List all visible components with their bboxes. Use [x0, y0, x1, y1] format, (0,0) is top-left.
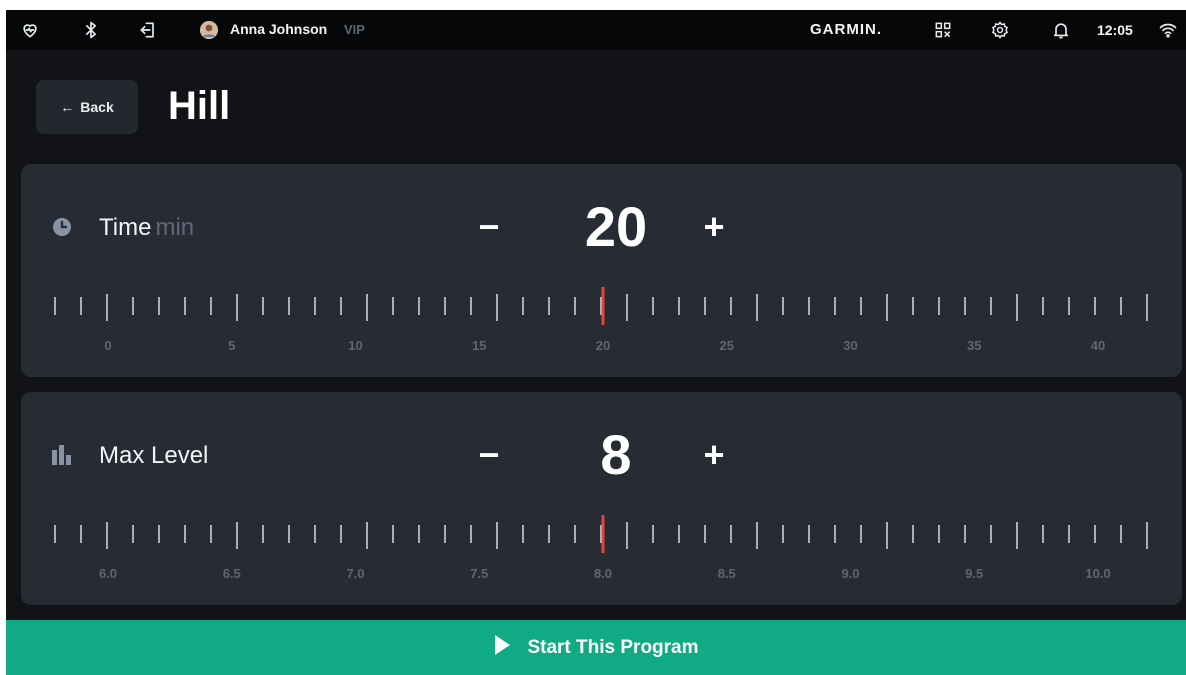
vip-badge: VIP [344, 22, 365, 37]
level-ruler-tick-label: 6.5 [223, 566, 241, 581]
avatar[interactable] [200, 21, 218, 39]
time-ruler-tick-label: 10 [348, 338, 362, 353]
logout-icon[interactable] [136, 18, 160, 42]
level-ruler-tick-label: 7.0 [346, 566, 364, 581]
time-ruler-tick-label: 20 [596, 338, 610, 353]
level-ruler-tick-label: 9.5 [965, 566, 983, 581]
level-ruler-slider[interactable]: 6.0 6.5 7.0 7.5 8.0 8.5 9.0 9.5 10.0 [21, 392, 1182, 605]
time-ruler-tick-label: 25 [720, 338, 734, 353]
time-ruler-tick-label: 35 [967, 338, 981, 353]
brand-logo: GARMIN. [810, 21, 882, 38]
back-label: Back [80, 99, 114, 115]
clock: 12:05 [1097, 22, 1133, 38]
start-program-label: Start This Program [527, 636, 699, 658]
gear-icon[interactable] [988, 18, 1012, 42]
bell-icon[interactable] [1049, 18, 1073, 42]
max-level-setting-card: Max Level − 8 + 6.0 6.5 7.0 7.5 8.0 8.5 9.0 9.5… [21, 392, 1182, 605]
heart-rate-icon[interactable] [18, 18, 42, 42]
back-button[interactable]: ← Back [36, 80, 138, 134]
arrow-left-icon: ← [60, 99, 75, 115]
level-ruler-tick-label: 9.0 [841, 566, 859, 581]
qr-code-icon[interactable] [931, 18, 955, 42]
time-ruler-tick-label: 5 [228, 338, 235, 353]
level-ruler-tick-label: 7.5 [470, 566, 488, 581]
time-ruler-tick-label: 15 [472, 338, 486, 353]
level-ruler-tick-label: 10.0 [1085, 566, 1110, 581]
time-ruler-tick-label: 40 [1091, 338, 1105, 353]
page-title: Hill [168, 84, 231, 128]
play-icon [493, 634, 511, 662]
bluetooth-icon[interactable] [79, 18, 103, 42]
user-name[interactable]: Anna Johnson [230, 21, 327, 37]
time-setting-card: Time min − 20 + 0 5 10 15 20 25 30 35 40 [21, 164, 1182, 377]
level-ruler-tick-label: 8.5 [718, 566, 736, 581]
time-ruler-tick-label: 30 [843, 338, 857, 353]
time-ruler-slider[interactable]: 0 5 10 15 20 25 30 35 40 [21, 164, 1182, 377]
status-bar: Anna Johnson VIP GARMIN. 12:05 [6, 10, 1186, 50]
wifi-icon[interactable] [1156, 18, 1180, 42]
level-ruler-tick-label: 6.0 [99, 566, 117, 581]
level-ruler-tick-label: 8.0 [594, 566, 612, 581]
treadmill-screen: Anna Johnson VIP GARMIN. 12:05 ← Back Hi… [6, 10, 1186, 675]
start-program-button[interactable]: Start This Program [6, 620, 1186, 675]
time-ruler-tick-label: 0 [104, 338, 111, 353]
